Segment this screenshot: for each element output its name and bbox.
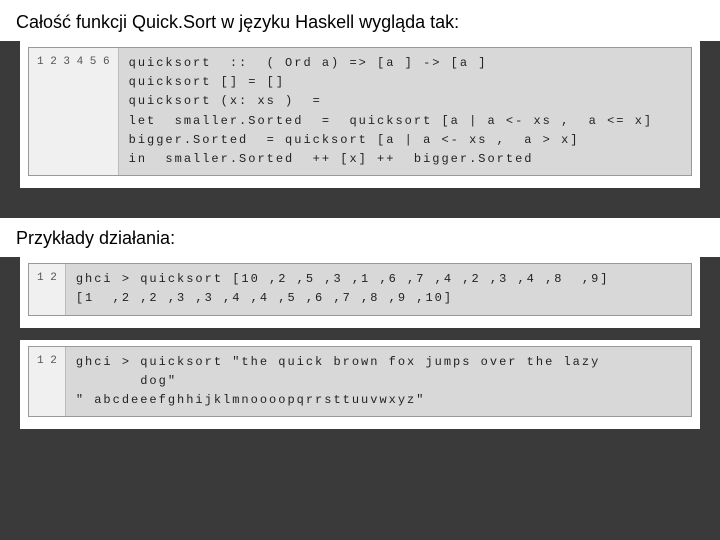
header-section-2: Przykłady działania: bbox=[0, 218, 720, 257]
heading-2: Przykłady działania: bbox=[16, 228, 704, 249]
code-wrap-3: 1 2 ghci > quicksort "the quick brown fo… bbox=[20, 340, 700, 430]
line-numbers-2: 1 2 bbox=[29, 264, 66, 314]
spacer-1 bbox=[0, 188, 720, 218]
line-numbers-3: 1 2 bbox=[29, 347, 66, 417]
gap-1 bbox=[0, 328, 720, 340]
heading-1: Całość funkcji Quick.Sort w języku Haske… bbox=[16, 12, 704, 33]
code-wrap-2: 1 2 ghci > quicksort [10 ,2 ,5 ,3 ,1 ,6 … bbox=[20, 257, 700, 327]
code-wrap-1: 1 2 3 4 5 6 quicksort :: ( Ord a) => [a … bbox=[20, 41, 700, 188]
code-content-2: ghci > quicksort [10 ,2 ,5 ,3 ,1 ,6 ,7 ,… bbox=[66, 264, 620, 314]
header-section-1: Całość funkcji Quick.Sort w języku Haske… bbox=[0, 0, 720, 41]
code-content-1: quicksort :: ( Ord a) => [a ] -> [a ] qu… bbox=[119, 48, 663, 175]
code-block-1: 1 2 3 4 5 6 quicksort :: ( Ord a) => [a … bbox=[28, 47, 692, 176]
line-numbers-1: 1 2 3 4 5 6 bbox=[29, 48, 119, 175]
code-block-2: 1 2 ghci > quicksort [10 ,2 ,5 ,3 ,1 ,6 … bbox=[28, 263, 692, 315]
code-content-3: ghci > quicksort "the quick brown fox ju… bbox=[66, 347, 610, 417]
code-block-3: 1 2 ghci > quicksort "the quick brown fo… bbox=[28, 346, 692, 418]
